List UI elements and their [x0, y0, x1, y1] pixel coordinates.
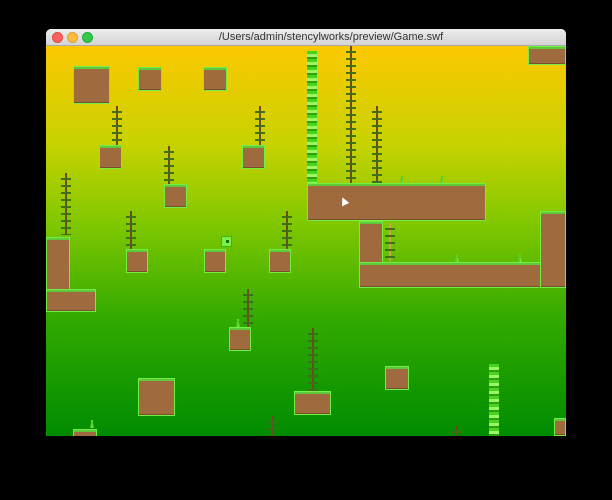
title-bar[interactable]: /Users/admin/stencylworks/preview/Game.s…	[46, 29, 566, 46]
minimize-window-button[interactable]	[67, 32, 78, 43]
grass-tuft	[232, 319, 244, 327]
dirt-platform	[73, 429, 97, 436]
dirt-platform	[528, 46, 566, 65]
vine-stalk	[268, 416, 278, 436]
vine-stalk	[308, 328, 318, 392]
grass-tuft	[514, 254, 526, 262]
vine-stalk	[452, 426, 462, 436]
close-window-button[interactable]	[52, 32, 63, 43]
dirt-platform	[269, 249, 291, 273]
dirt-platform	[164, 184, 187, 208]
dirt-ledge	[359, 262, 563, 288]
vine-stalk	[243, 289, 253, 327]
dirt-platform	[204, 249, 226, 273]
dirt-ledge	[46, 289, 96, 312]
dirt-platform	[385, 366, 409, 390]
vine-stalk	[346, 46, 356, 184]
dirt-platform	[554, 418, 566, 436]
large-dirt-platform	[307, 183, 486, 221]
grass-tuft	[86, 420, 98, 428]
ladder-rope	[385, 223, 395, 261]
dirt-platform	[73, 66, 110, 104]
dirt-platform	[126, 249, 148, 273]
vine-stalk	[126, 211, 136, 249]
dirt-platform	[138, 67, 162, 91]
grass-tuft	[451, 254, 463, 262]
player-character[interactable]	[221, 236, 232, 247]
window-title: /Users/admin/stencylworks/preview/Game.s…	[218, 31, 444, 43]
app-window: /Users/admin/stencylworks/preview/Game.s…	[46, 29, 566, 436]
dirt-pillar	[540, 211, 566, 288]
dirt-platform	[294, 391, 331, 415]
zoom-window-button[interactable]	[82, 32, 93, 43]
dirt-platform	[203, 67, 227, 91]
vine-stalk	[164, 146, 174, 186]
vine-stalk	[282, 211, 292, 249]
vine-stalk	[372, 106, 382, 184]
dirt-platform	[99, 145, 122, 169]
dirt-platform	[138, 378, 175, 416]
vine-stalk	[112, 106, 122, 146]
vine-stalk	[61, 173, 71, 235]
dirt-platform	[229, 327, 251, 351]
leafy-vine	[489, 364, 499, 436]
game-stage[interactable]	[46, 46, 566, 436]
dirt-platform	[242, 145, 265, 169]
vine-stalk	[255, 106, 265, 146]
leafy-vine	[307, 51, 317, 184]
